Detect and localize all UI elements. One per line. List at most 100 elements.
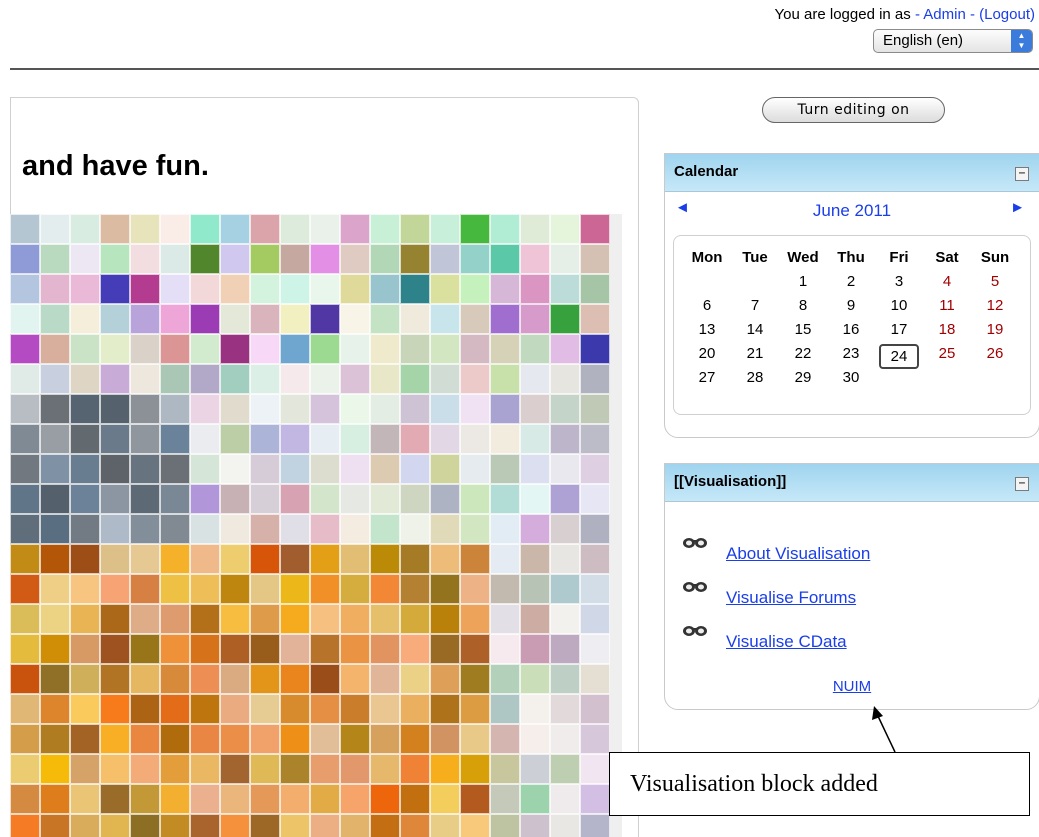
glasses-icon: [683, 582, 707, 592]
mosaic-tile: [370, 274, 400, 304]
mosaic-tile: [160, 574, 190, 604]
calendar-day[interactable]: 2: [827, 270, 875, 294]
minus-box-icon[interactable]: –: [1015, 476, 1029, 491]
mosaic-tile: [160, 604, 190, 634]
turn-editing-on-button[interactable]: Turn editing on: [762, 97, 945, 123]
calendar-day[interactable]: 5: [971, 270, 1019, 294]
mosaic-tile: [10, 304, 40, 334]
mosaic-tile: [100, 754, 130, 784]
mosaic-tile: [10, 664, 40, 694]
mosaic-tile: [70, 664, 100, 694]
calendar-day[interactable]: 16: [827, 318, 875, 342]
visualise-cdata-link[interactable]: Visualise CData: [726, 632, 847, 652]
mosaic-tile: [550, 664, 580, 694]
calendar-month-link[interactable]: June 2011: [665, 201, 1039, 221]
mosaic-tile: [460, 784, 490, 814]
about-visualisation-link[interactable]: About Visualisation: [726, 544, 870, 564]
calendar-day[interactable]: 4: [923, 270, 971, 294]
mosaic-tile: [490, 814, 520, 837]
next-month-icon[interactable]: ►: [1010, 199, 1025, 216]
mosaic-tile: [430, 754, 460, 784]
mosaic-tile: [100, 514, 130, 544]
calendar-day[interactable]: 13: [683, 318, 731, 342]
mosaic-tile: [100, 304, 130, 334]
mosaic-tile: [340, 214, 370, 244]
calendar-day[interactable]: 23: [827, 342, 875, 366]
mosaic-tile: [40, 334, 70, 364]
mosaic-tile: [340, 814, 370, 837]
mosaic-tile: [100, 724, 130, 754]
mosaic-tile: [520, 724, 550, 754]
mosaic-tile: [280, 754, 310, 784]
mosaic-tile: [580, 814, 610, 837]
mosaic-tile: [580, 244, 610, 274]
mosaic-tile: [520, 274, 550, 304]
mosaic-tile: [400, 394, 430, 424]
mosaic-tile: [280, 544, 310, 574]
mosaic-tile: [190, 214, 220, 244]
calendar-day[interactable]: 26: [971, 342, 1019, 366]
calendar-day[interactable]: 3: [875, 270, 923, 294]
calendar-day[interactable]: 9: [827, 294, 875, 318]
calendar-day[interactable]: 27: [683, 366, 731, 390]
mosaic-tile: [220, 574, 250, 604]
calendar-day[interactable]: 21: [731, 342, 779, 366]
mosaic-tile: [550, 214, 580, 244]
mosaic-tile: [250, 754, 280, 784]
calendar-day[interactable]: 28: [731, 366, 779, 390]
nuim-link[interactable]: NUIM: [665, 678, 1039, 695]
mosaic-tile: [70, 814, 100, 837]
calendar-day[interactable]: 11: [923, 294, 971, 318]
calendar-day[interactable]: 6: [683, 294, 731, 318]
mosaic-tile: [220, 454, 250, 484]
mosaic-tile: [10, 544, 40, 574]
calendar-day[interactable]: 1: [779, 270, 827, 294]
calendar-day[interactable]: 30: [827, 366, 875, 390]
mosaic-tile: [580, 664, 610, 694]
mosaic-tile: [340, 484, 370, 514]
mosaic-tile: [10, 784, 40, 814]
mosaic-tile: [490, 544, 520, 574]
calendar-day[interactable]: 12: [971, 294, 1019, 318]
mosaic-tile: [190, 424, 220, 454]
mosaic-tile: [460, 214, 490, 244]
mosaic-tile: [460, 664, 490, 694]
minus-box-icon[interactable]: –: [1015, 166, 1029, 181]
mosaic-tile: [280, 334, 310, 364]
mosaic-tile: [130, 244, 160, 274]
language-select[interactable]: English (en) ▲ ▼: [873, 29, 1033, 53]
mosaic-tile: [460, 694, 490, 724]
mosaic-tile: [430, 574, 460, 604]
calendar-day[interactable]: 19: [971, 318, 1019, 342]
calendar-day[interactable]: 25: [923, 342, 971, 366]
calendar-day[interactable]: 29: [779, 366, 827, 390]
visualise-forums-link[interactable]: Visualise Forums: [726, 588, 856, 608]
mosaic-tile: [460, 604, 490, 634]
mosaic-tile: [220, 754, 250, 784]
calendar-day[interactable]: 15: [779, 318, 827, 342]
calendar-day[interactable]: 7: [731, 294, 779, 318]
calendar-day[interactable]: 10: [875, 294, 923, 318]
mosaic-tile: [40, 664, 70, 694]
mosaic-tile: [550, 394, 580, 424]
mosaic-tile: [340, 694, 370, 724]
calendar-day[interactable]: 22: [779, 342, 827, 366]
logout-link[interactable]: (Logout): [979, 6, 1035, 23]
calendar-day[interactable]: 17: [875, 318, 923, 342]
mosaic-tile: [310, 424, 340, 454]
mosaic-tile: [130, 274, 160, 304]
mosaic-tile: [190, 364, 220, 394]
calendar-day[interactable]: 20: [683, 342, 731, 366]
mosaic-tile: [520, 574, 550, 604]
mosaic-tile: [310, 634, 340, 664]
mosaic-tile: [310, 244, 340, 274]
mosaic-tile: [220, 244, 250, 274]
mosaic-tile: [400, 784, 430, 814]
mosaic-tile: [10, 334, 40, 364]
user-link[interactable]: - Admin -: [915, 6, 975, 23]
calendar-day[interactable]: 8: [779, 294, 827, 318]
mosaic-tile: [400, 814, 430, 837]
mosaic-tile: [310, 694, 340, 724]
calendar-day[interactable]: 14: [731, 318, 779, 342]
calendar-day[interactable]: 18: [923, 318, 971, 342]
